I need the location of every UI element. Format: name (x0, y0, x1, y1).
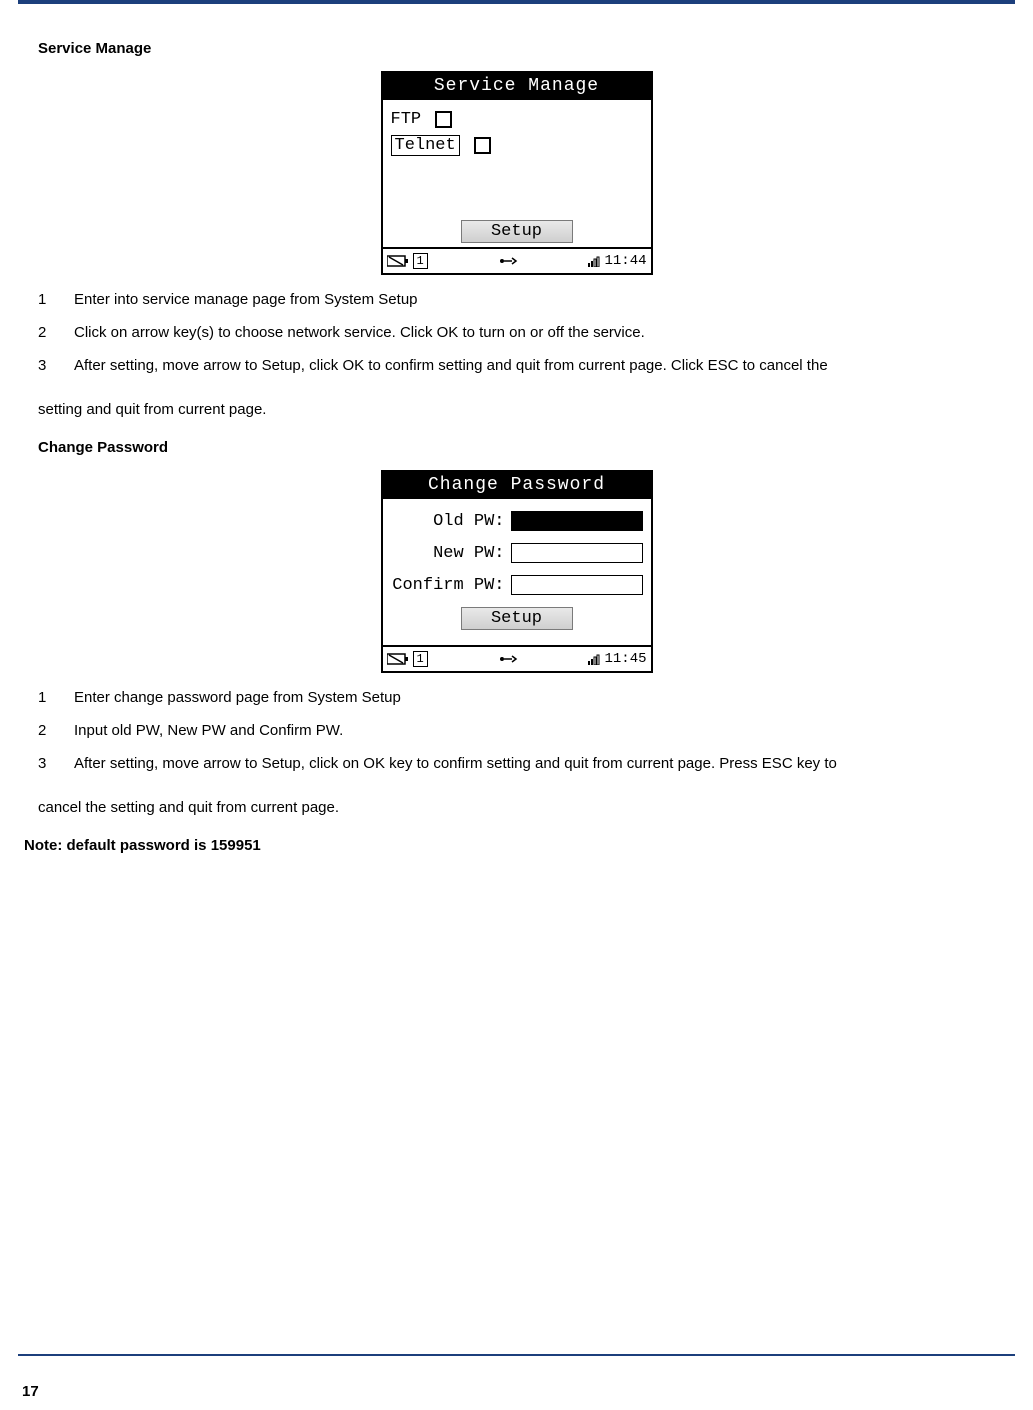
password-row: Old PW: (391, 505, 643, 537)
step-number: 2 (38, 716, 52, 746)
section1-heading: Service Manage (38, 40, 995, 57)
change-password-screenshot: Change Password Old PW: New PW: Confirm PW… (38, 470, 995, 673)
step-number: 2 (38, 318, 52, 348)
lcd-body: FTP Telnet Setup (383, 100, 651, 247)
list-item: 2 Click on arrow key(s) to choose network… (38, 318, 995, 348)
link-icon (498, 256, 518, 266)
list-item: 1 Enter into service manage page from Sys… (38, 285, 995, 315)
battery-index: 1 (413, 253, 428, 269)
field-label: Old PW: (433, 512, 504, 531)
content: Service Manage Service Manage FTP Telnet … (0, 40, 1033, 854)
password-field[interactable] (511, 543, 643, 563)
step-number: 3 (38, 351, 52, 381)
lcd-body: Old PW: New PW: Confirm PW: Setup (383, 499, 651, 645)
checkbox[interactable] (474, 137, 491, 154)
service-manage-screenshot: Service Manage FTP Telnet Setup 1 (38, 71, 995, 275)
password-field[interactable] (511, 575, 643, 595)
battery-icon (387, 653, 409, 665)
clock-time: 11:45 (604, 651, 646, 667)
signal-icon (588, 255, 600, 267)
bottom-divider (18, 1354, 1015, 1356)
setup-button[interactable]: Setup (461, 607, 573, 630)
service-row[interactable]: Telnet (391, 132, 643, 158)
field-label: New PW: (433, 544, 504, 563)
list-item: 3 After setting, move arrow to Setup, cli… (38, 351, 995, 381)
lcd-title: Service Manage (383, 73, 651, 100)
step-number: 1 (38, 285, 52, 315)
list-item: 1 Enter change password page from System … (38, 683, 995, 713)
section2-trail: cancel the setting and quit from current… (38, 793, 995, 823)
setup-button[interactable]: Setup (461, 220, 573, 243)
section2-heading: Change Password (38, 439, 995, 456)
service-label: FTP (391, 110, 422, 129)
step-text: Click on arrow key(s) to choose network … (74, 318, 995, 348)
list-item: 2 Input old PW, New PW and Confirm PW. (38, 716, 995, 746)
page: Service Manage Service Manage FTP Telnet … (0, 0, 1033, 1410)
default-password-note: Note: default password is 159951 (24, 837, 995, 854)
signal-icon (588, 653, 600, 665)
service-row[interactable]: FTP (391, 106, 643, 132)
password-row: New PW: (391, 537, 643, 569)
step-number: 1 (38, 683, 52, 713)
link-icon (498, 654, 518, 664)
section1-trail: setting and quit from current page. (38, 395, 995, 425)
clock-time: 11:44 (604, 253, 646, 269)
list-item: 3 After setting, move arrow to Setup, cli… (38, 749, 995, 779)
service-label: Telnet (391, 135, 460, 156)
page-number: 17 (22, 1383, 39, 1400)
battery-index: 1 (413, 651, 428, 667)
lcd-service-manage: Service Manage FTP Telnet Setup 1 (381, 71, 653, 275)
step-text: Enter into service manage page from Syst… (74, 285, 995, 315)
lcd-change-password: Change Password Old PW: New PW: Confirm PW… (381, 470, 653, 673)
lcd-status-bar: 1 11:45 (383, 645, 651, 671)
step-text: Enter change password page from System S… (74, 683, 995, 713)
password-row: Confirm PW: (391, 569, 643, 601)
lcd-status-bar: 1 11:44 (383, 247, 651, 273)
top-divider (18, 0, 1015, 4)
step-text: After setting, move arrow to Setup, clic… (74, 749, 995, 779)
lcd-title: Change Password (383, 472, 651, 499)
step-number: 3 (38, 749, 52, 779)
password-field[interactable] (511, 511, 643, 531)
battery-icon (387, 255, 409, 267)
section2-steps: 1 Enter change password page from System … (38, 683, 995, 779)
field-label: Confirm PW: (392, 576, 504, 595)
step-text: After setting, move arrow to Setup, clic… (74, 351, 995, 381)
step-text: Input old PW, New PW and Confirm PW. (74, 716, 995, 746)
section1-steps: 1 Enter into service manage page from Sys… (38, 285, 995, 381)
checkbox[interactable] (435, 111, 452, 128)
